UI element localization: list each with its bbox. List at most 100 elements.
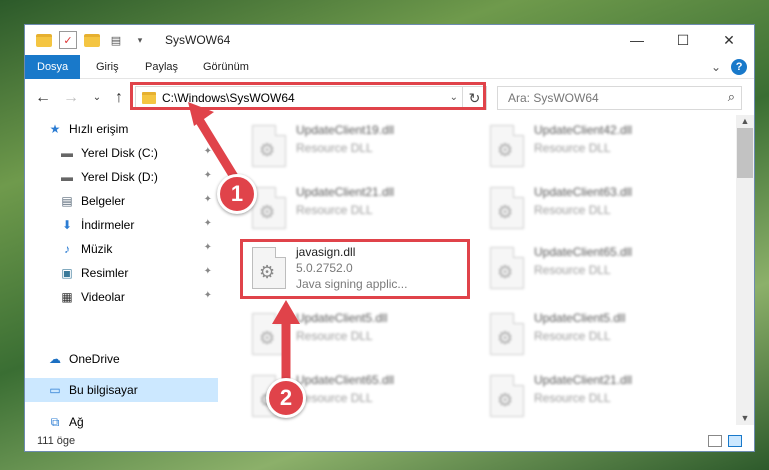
tiles-view-icon[interactable] xyxy=(728,435,742,447)
close-button[interactable]: ✕ xyxy=(706,25,752,55)
file-name: UpdateClient65.dll xyxy=(534,245,633,259)
file-highlight xyxy=(240,239,470,299)
dll-file-icon: ⚙ xyxy=(490,125,524,167)
sidebar-item-videos[interactable]: ▦ Videolar ✦ xyxy=(25,285,218,309)
scroll-up-icon[interactable]: ▲ xyxy=(736,115,754,128)
sidebar-item-label: Videolar xyxy=(81,290,125,304)
gear-icon: ⚙ xyxy=(259,140,276,160)
list-item[interactable]: ⚙ UpdateClient5.dll Resource DLL xyxy=(246,307,476,359)
folder-icon xyxy=(35,31,53,49)
gear-icon: ⚙ xyxy=(259,328,276,348)
customize-toolbar-icon[interactable]: ▤ xyxy=(107,31,125,49)
sidebar-item-label: Yerel Disk (D:) xyxy=(81,170,158,184)
sidebar-item-onedrive[interactable]: ☁ OneDrive xyxy=(25,347,218,371)
toolbar-dropdown-icon[interactable]: ▾ xyxy=(131,31,149,49)
details-view-icon[interactable] xyxy=(708,435,722,447)
sidebar-item-label: Hızlı erişim xyxy=(69,122,129,136)
pin-icon[interactable]: ✦ xyxy=(204,170,212,181)
search-icon[interactable]: ⌕ xyxy=(728,89,735,105)
properties-icon[interactable]: ✓ xyxy=(59,31,77,49)
minimize-button[interactable]: — xyxy=(614,25,660,55)
video-icon: ▦ xyxy=(61,290,73,304)
step-marker-2: 2 xyxy=(266,378,306,418)
list-item[interactable]: ⚙ UpdateClient19.dll Resource DLL xyxy=(246,119,476,171)
file-description: Resource DLL xyxy=(534,391,611,405)
gear-icon: ⚙ xyxy=(497,202,514,222)
pin-icon[interactable]: ✦ xyxy=(204,146,212,157)
navigation-pane: ★ Hızlı erişim ▬ Yerel Disk (C:) ✦ ▬ Yer… xyxy=(25,115,218,429)
star-icon: ★ xyxy=(49,122,61,136)
forward-button[interactable]: → xyxy=(61,88,81,108)
file-description: Resource DLL xyxy=(534,263,611,277)
list-item[interactable]: ⚙ UpdateClient63.dll Resource DLL xyxy=(484,181,714,233)
drive-icon: ▬ xyxy=(61,146,73,160)
ribbon-expand-icon[interactable]: ⌄ xyxy=(711,60,721,74)
tab-giris[interactable]: Giriş xyxy=(84,55,131,79)
gear-icon: ⚙ xyxy=(259,202,276,222)
file-description: Resource DLL xyxy=(296,391,373,405)
sidebar-item-this-pc[interactable]: ▭ Bu bilgisayar xyxy=(25,378,218,402)
file-description: Resource DLL xyxy=(534,141,611,155)
search-box[interactable]: Ara: SysWOW64 ⌕ xyxy=(497,86,742,110)
maximize-button[interactable]: ☐ xyxy=(660,25,706,55)
dll-file-icon: ⚙ xyxy=(252,313,286,355)
sidebar-item-local-disk-c[interactable]: ▬ Yerel Disk (C:) ✦ xyxy=(25,141,218,165)
gear-icon: ⚙ xyxy=(497,328,514,348)
file-description: Resource DLL xyxy=(296,203,373,217)
music-icon: ♪ xyxy=(64,242,70,256)
dll-file-icon: ⚙ xyxy=(490,375,524,417)
sidebar-item-music[interactable]: ♪ Müzik ✦ xyxy=(25,237,218,261)
window-title: SysWOW64 xyxy=(165,33,231,47)
gear-icon: ⚙ xyxy=(497,262,514,282)
sidebar-item-documents[interactable]: ▤ Belgeler ✦ xyxy=(25,189,218,213)
search-placeholder[interactable]: Ara: SysWOW64 xyxy=(508,87,599,109)
file-description: Resource DLL xyxy=(296,329,373,343)
tab-paylas[interactable]: Paylaş xyxy=(133,55,190,79)
download-icon: ⬇ xyxy=(61,218,73,232)
sidebar-item-downloads[interactable]: ⬇ İndirmeler ✦ xyxy=(25,213,218,237)
list-item[interactable]: ⚙ UpdateClient42.dll Resource DLL xyxy=(484,119,714,171)
list-item[interactable]: ⚙ UpdateClient21.dll Resource DLL xyxy=(484,369,714,421)
step-marker-1: 1 xyxy=(217,174,257,214)
sidebar-item-quick-access[interactable]: ★ Hızlı erişim xyxy=(25,117,218,141)
help-icon[interactable]: ? xyxy=(731,59,748,75)
documents-icon: ▤ xyxy=(61,194,73,208)
file-name: UpdateClient65.dll xyxy=(296,373,395,387)
file-description: Resource DLL xyxy=(534,329,611,343)
list-item[interactable]: ⚙ UpdateClient5.dll Resource DLL xyxy=(484,307,714,359)
sidebar-item-label: Bu bilgisayar xyxy=(69,383,138,397)
list-item[interactable]: ⚙ UpdateClient65.dll Resource DLL xyxy=(484,241,714,293)
computer-icon: ▭ xyxy=(49,383,61,397)
sidebar-item-pictures[interactable]: ▣ Resimler ✦ xyxy=(25,261,218,285)
new-folder-icon[interactable] xyxy=(83,31,101,49)
file-description: Resource DLL xyxy=(534,203,611,217)
scroll-down-icon[interactable]: ▼ xyxy=(736,412,754,425)
list-item[interactable]: ⚙ UpdateClient21.dll Resource DLL xyxy=(246,181,476,233)
pin-icon[interactable]: ✦ xyxy=(204,266,212,277)
sidebar-item-label: Ağ xyxy=(69,415,84,429)
sidebar-item-local-disk-d[interactable]: ▬ Yerel Disk (D:) ✦ xyxy=(25,165,218,189)
drive-icon: ▬ xyxy=(61,170,73,184)
pin-icon[interactable]: ✦ xyxy=(204,194,212,205)
file-name: UpdateClient5.dll xyxy=(296,311,388,325)
file-name: UpdateClient21.dll xyxy=(296,185,395,199)
recent-locations-icon[interactable]: ⌄ xyxy=(87,88,107,108)
back-button[interactable]: ← xyxy=(33,88,53,108)
dll-file-icon: ⚙ xyxy=(490,187,524,229)
dll-file-icon: ⚙ xyxy=(490,313,524,355)
tab-gorunum[interactable]: Görünüm xyxy=(191,55,261,79)
pin-icon[interactable]: ✦ xyxy=(204,242,212,253)
scrollbar-thumb[interactable] xyxy=(737,128,753,178)
dll-file-icon: ⚙ xyxy=(490,247,524,289)
network-icon: ⧉ xyxy=(50,414,60,429)
file-name: UpdateClient63.dll xyxy=(534,185,633,199)
dll-file-icon: ⚙ xyxy=(252,187,286,229)
file-name: UpdateClient42.dll xyxy=(534,123,633,137)
pin-icon[interactable]: ✦ xyxy=(204,290,212,301)
tab-dosya[interactable]: Dosya xyxy=(25,55,81,79)
gear-icon: ⚙ xyxy=(497,390,514,410)
file-name: UpdateClient5.dll xyxy=(534,311,626,325)
up-button[interactable]: ↑ xyxy=(109,88,129,108)
pin-icon[interactable]: ✦ xyxy=(204,218,212,229)
ribbon-controls: ⌄ ? xyxy=(711,55,748,79)
